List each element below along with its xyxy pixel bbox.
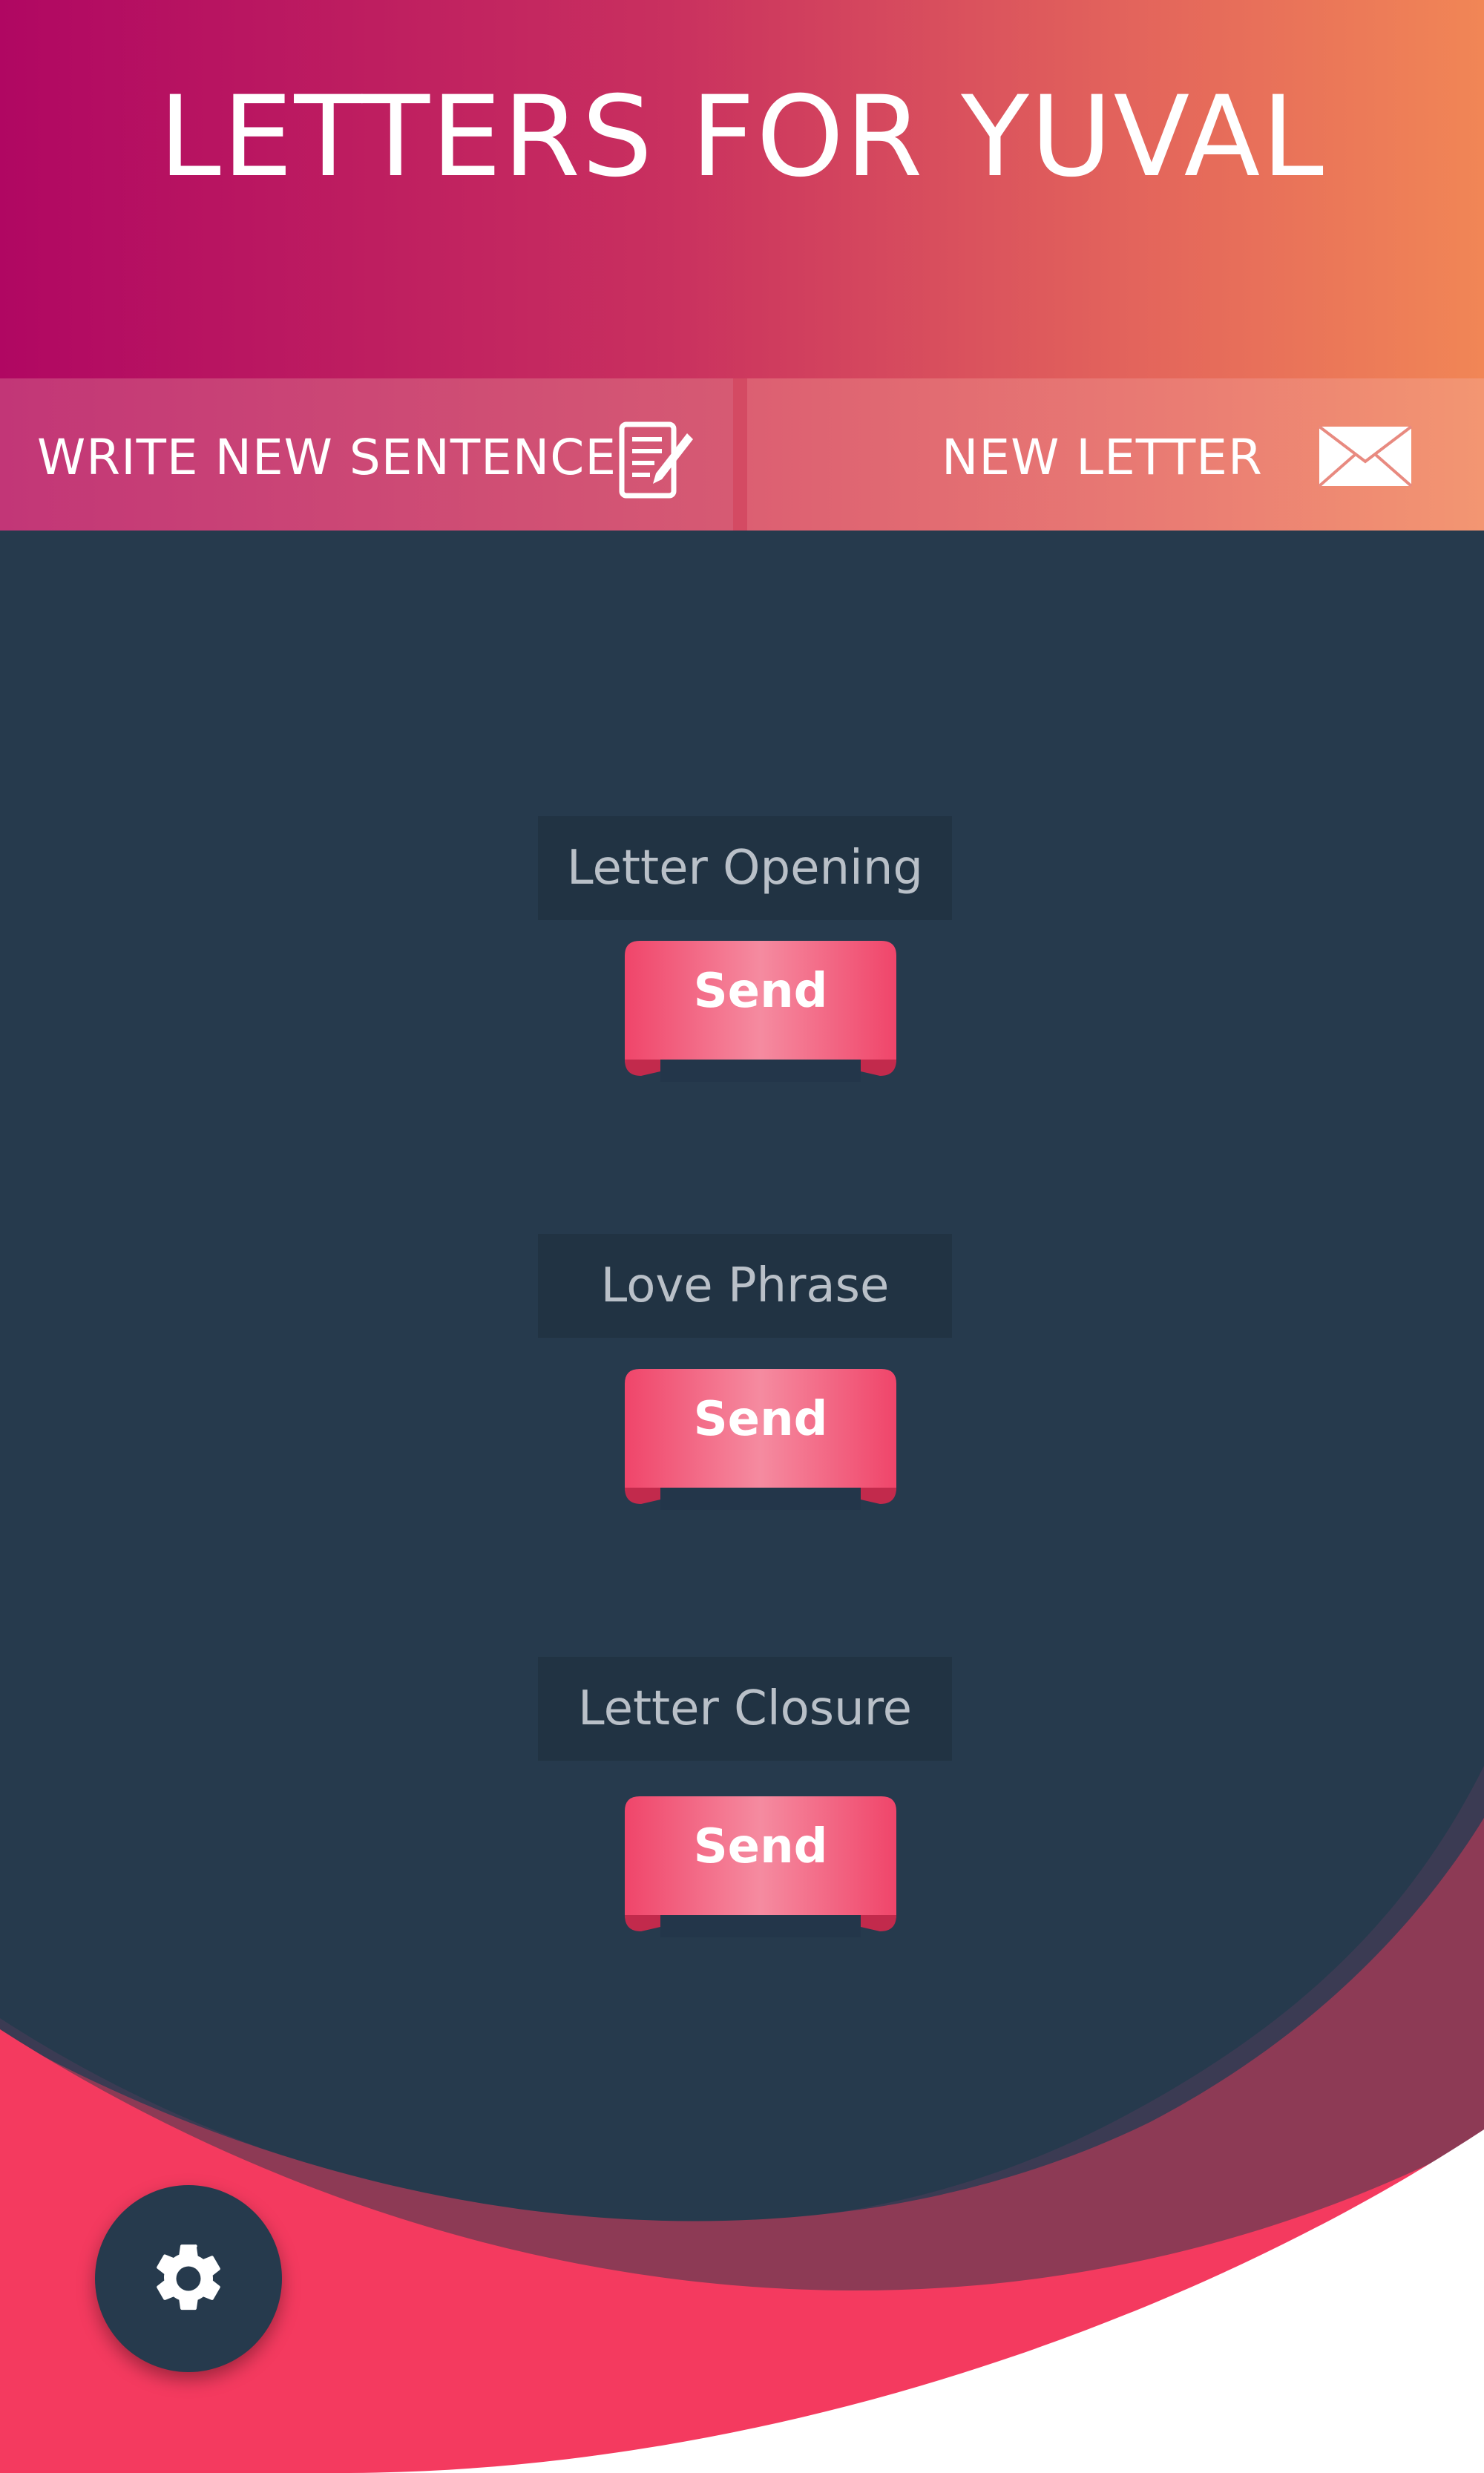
tab-divider: [733, 378, 747, 531]
letter-opening-label: Letter Opening: [538, 816, 952, 920]
app-root: LETTERS FOR YUVAL WRITE NEW SENTENCE NEW…: [0, 0, 1484, 2473]
send-label: Send: [693, 1819, 828, 1874]
write-new-sentence-label: WRITE NEW SENTENCE: [37, 429, 617, 486]
love-phrase-send-button[interactable]: Send: [625, 1369, 896, 1510]
letter-opening-send-button[interactable]: Send: [625, 941, 896, 1082]
send-label: Send: [693, 964, 828, 1019]
edit-document-icon: [619, 421, 693, 499]
new-letter-label: NEW LETTER: [942, 429, 1263, 486]
envelope-icon: [1318, 425, 1413, 487]
letter-closure-label: Letter Closure: [538, 1657, 952, 1761]
letter-closure-send-button[interactable]: Send: [625, 1796, 896, 1937]
love-phrase-label: Love Phrase: [538, 1234, 952, 1338]
send-label: Send: [693, 1392, 828, 1447]
new-letter-button[interactable]: NEW LETTER: [747, 378, 1484, 531]
app-header: LETTERS FOR YUVAL: [0, 0, 1484, 378]
app-title: LETTERS FOR YUVAL: [159, 73, 1325, 202]
action-tabs: WRITE NEW SENTENCE NEW LETTER: [0, 378, 1484, 531]
write-new-sentence-button[interactable]: WRITE NEW SENTENCE: [0, 378, 733, 531]
settings-button[interactable]: [95, 2185, 282, 2372]
settings-gear-icon: [157, 2244, 220, 2311]
